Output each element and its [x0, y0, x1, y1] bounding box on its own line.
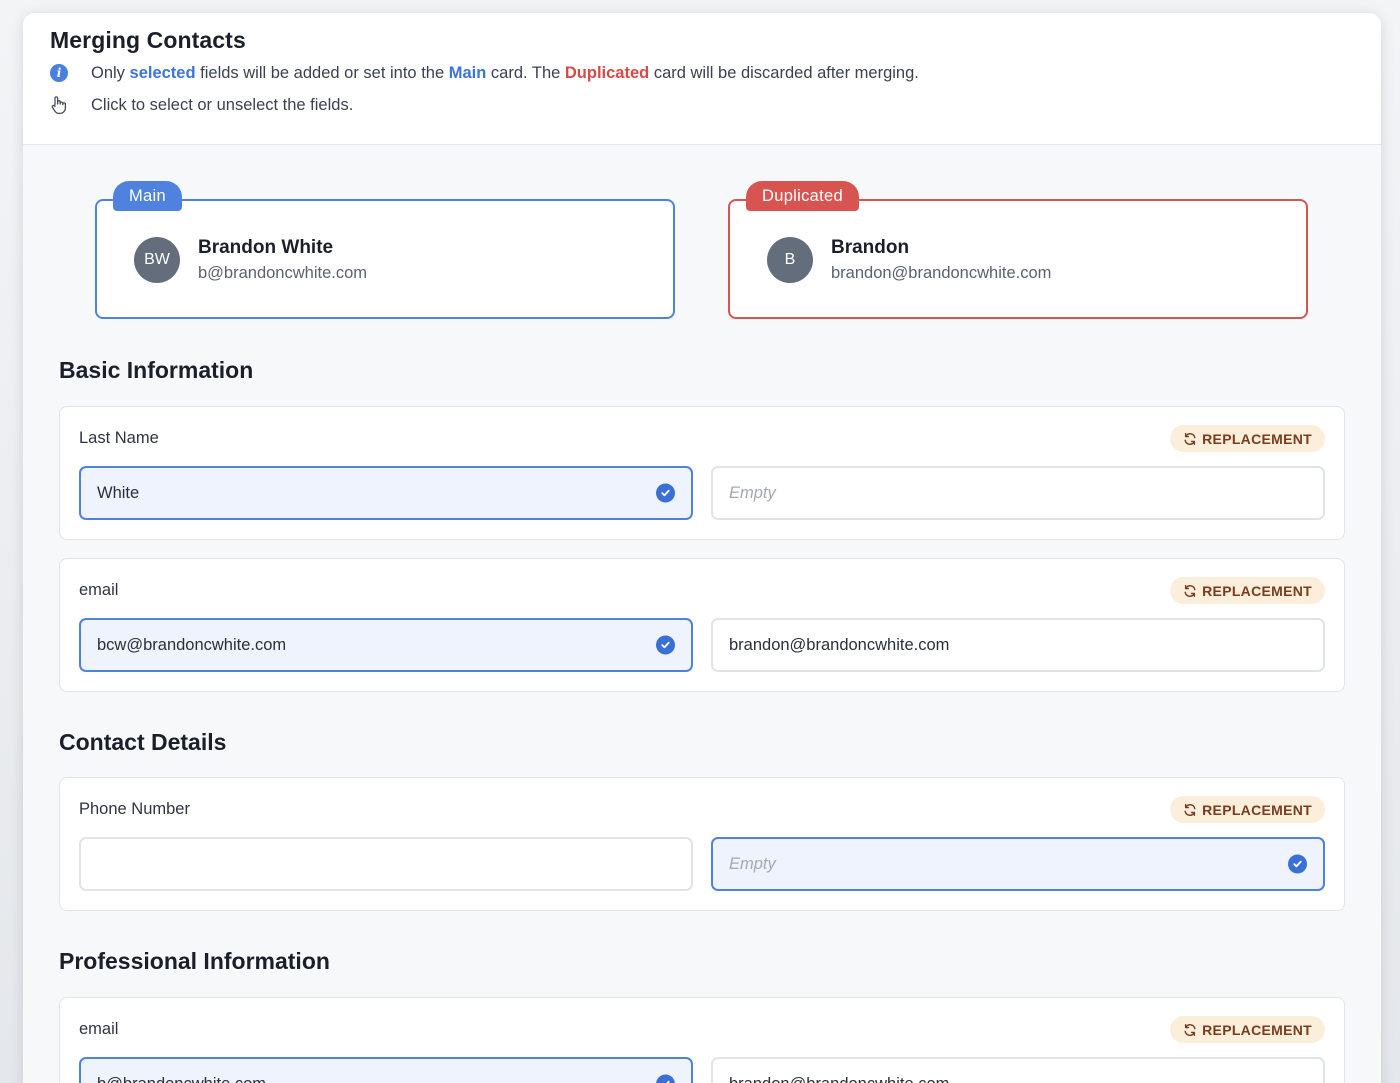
main-value-option[interactable]: White	[79, 466, 693, 520]
duplicated-badge: Duplicated	[746, 181, 859, 211]
refresh-icon	[1184, 1023, 1196, 1036]
pointer-hand-icon	[51, 96, 67, 115]
main-contact-card: Main BW Brandon White b@brandoncwhite.co…	[95, 181, 675, 319]
section-title-contact-details: Contact Details	[59, 729, 227, 755]
replacement-badge: REPLACEMENT	[1170, 425, 1325, 452]
main-contact-email: b@brandoncwhite.com	[198, 264, 368, 282]
field-value: brandon@brandoncwhite.com	[729, 635, 950, 654]
field-value: White	[97, 483, 140, 502]
duplicated-value-option[interactable]: brandon@brandoncwhite.com	[711, 1057, 1325, 1083]
section-title-professional-information: Professional Information	[59, 948, 330, 974]
duplicated-value-option[interactable]: Empty	[711, 466, 1325, 520]
field-value: b@brandoncwhite.com	[97, 1075, 266, 1083]
field-group-phone-number: Phone Number REPLACEMENT Empty	[59, 777, 1345, 911]
avatar: B	[767, 237, 813, 283]
field-label: email	[79, 581, 119, 599]
main-contact-name: Brandon White	[198, 237, 334, 258]
hint-selected-fields: i Only selected fields will be added or …	[50, 57, 1354, 89]
field-label: email	[79, 1020, 119, 1038]
info-icon: i	[50, 64, 68, 82]
merge-contacts-modal: Merging Contacts i Only selected fields …	[23, 13, 1381, 1083]
main-badge: Main	[113, 181, 182, 211]
replacement-badge: REPLACEMENT	[1170, 796, 1325, 823]
section-title-basic-information: Basic Information	[59, 357, 254, 383]
modal-title: Merging Contacts	[50, 27, 246, 53]
check-circle-icon	[1288, 854, 1307, 874]
field-value: Empty	[729, 854, 776, 873]
duplicated-contact-name: Brandon	[831, 237, 910, 258]
check-circle-icon	[656, 1074, 675, 1083]
field-group-professional-email: email REPLACEMENT b@brandoncwhite.com br…	[59, 997, 1345, 1083]
duplicated-value-option[interactable]: brandon@brandoncwhite.com	[711, 618, 1325, 672]
field-value: bcw@brandoncwhite.com	[97, 635, 287, 654]
field-group-last-name: Last Name REPLACEMENT White Empty	[59, 406, 1345, 540]
main-value-option[interactable]: b@brandoncwhite.com	[79, 1057, 693, 1083]
refresh-icon	[1184, 432, 1196, 445]
field-group-email: email REPLACEMENT bcw@brandoncwhite.com …	[59, 558, 1345, 692]
field-label: Phone Number	[79, 800, 190, 818]
hint-click-to-select: Click to select or unselect the fields.	[50, 89, 1354, 121]
modal-header: Merging Contacts i Only selected fields …	[23, 13, 1381, 145]
main-value-option[interactable]	[79, 837, 693, 891]
check-circle-icon	[656, 483, 675, 503]
field-value: brandon@brandoncwhite.com	[729, 1075, 949, 1083]
refresh-icon	[1184, 584, 1196, 597]
duplicated-value-option[interactable]: Empty	[711, 837, 1325, 891]
avatar: BW	[134, 237, 180, 283]
main-value-option[interactable]: bcw@brandoncwhite.com	[79, 618, 693, 672]
replacement-badge: REPLACEMENT	[1170, 577, 1325, 604]
field-label: Last Name	[79, 429, 159, 447]
duplicated-keyword: Duplicated	[564, 63, 650, 82]
duplicated-contact-card: Duplicated B Brandon brandon@brandoncwhi…	[728, 181, 1308, 319]
refresh-icon	[1184, 803, 1196, 816]
main-keyword: Main	[448, 63, 487, 82]
selected-keyword: selected	[129, 63, 196, 82]
duplicated-contact-email: brandon@brandoncwhite.com	[831, 264, 1052, 282]
check-circle-icon	[656, 635, 675, 655]
field-value: Empty	[729, 483, 776, 502]
replacement-badge: REPLACEMENT	[1170, 1016, 1325, 1043]
